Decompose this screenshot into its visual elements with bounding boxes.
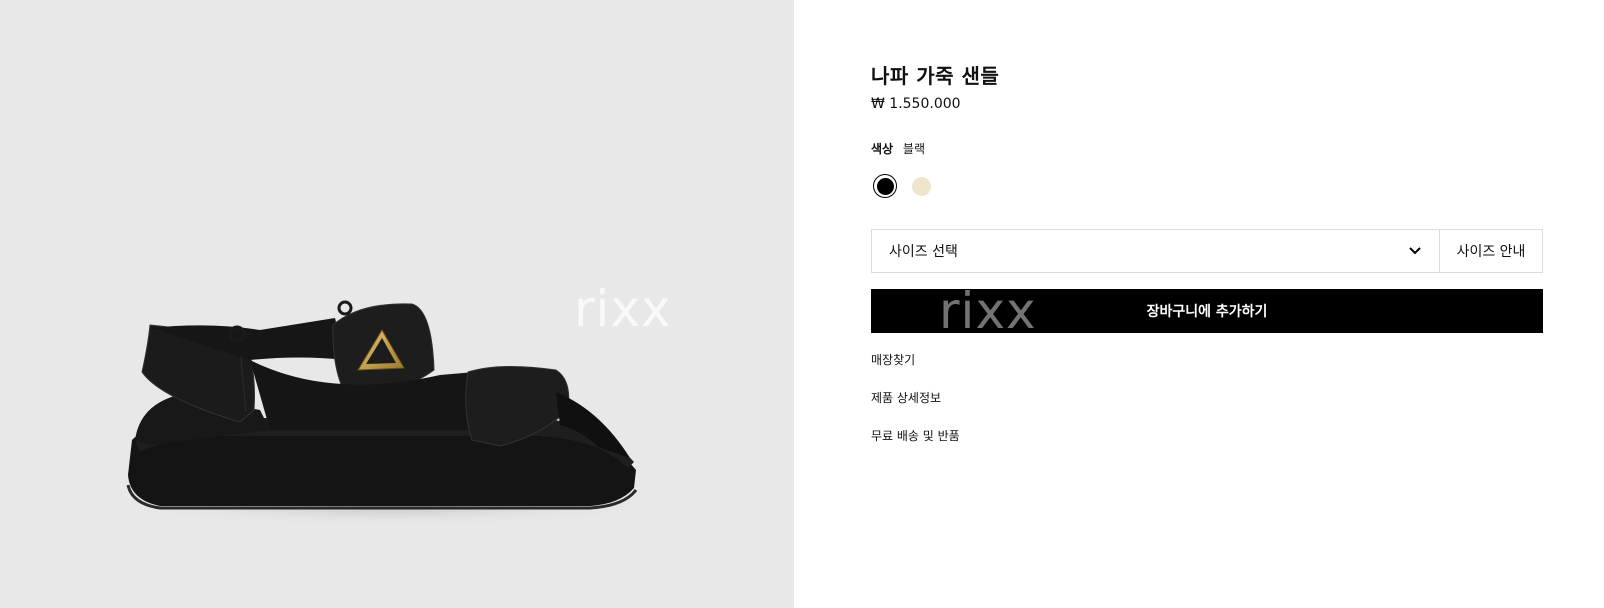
size-guide-label: 사이즈 안내	[1456, 244, 1526, 260]
watermark-text-overlay: rixx	[939, 282, 1037, 340]
info-links: 매장찾기 제품 상세정보 무료 배송 및 반품	[871, 353, 960, 467]
size-select-label: 사이즈 선택	[889, 244, 958, 260]
store-locator-link[interactable]: 매장찾기	[871, 353, 960, 391]
color-row: 색상 블랙	[871, 140, 925, 157]
color-selected-name: 블랙	[902, 142, 926, 156]
product-price: ₩ 1.550.000	[871, 96, 961, 112]
product-image	[100, 300, 680, 527]
product-details-link[interactable]: 제품 상세정보	[871, 391, 960, 429]
size-row: 사이즈 선택 사이즈 안내	[871, 229, 1543, 273]
swatch-dot-black	[876, 177, 894, 195]
color-swatch-black[interactable]	[873, 174, 897, 198]
size-guide-button[interactable]: 사이즈 안내	[1440, 230, 1542, 272]
product-image-panel: rixx	[0, 0, 794, 608]
free-shipping-returns-link[interactable]: 무료 배송 및 반품	[871, 429, 960, 467]
product-title: 나파 가죽 샌들	[871, 64, 1000, 88]
swatch-dot-beige	[911, 176, 931, 196]
chevron-down-icon	[1409, 243, 1421, 259]
color-swatches	[873, 174, 933, 198]
watermark-text: rixx	[574, 280, 672, 338]
size-select-dropdown[interactable]: 사이즈 선택	[872, 230, 1440, 272]
color-label: 색상	[871, 142, 894, 156]
color-swatch-beige[interactable]	[909, 174, 933, 198]
